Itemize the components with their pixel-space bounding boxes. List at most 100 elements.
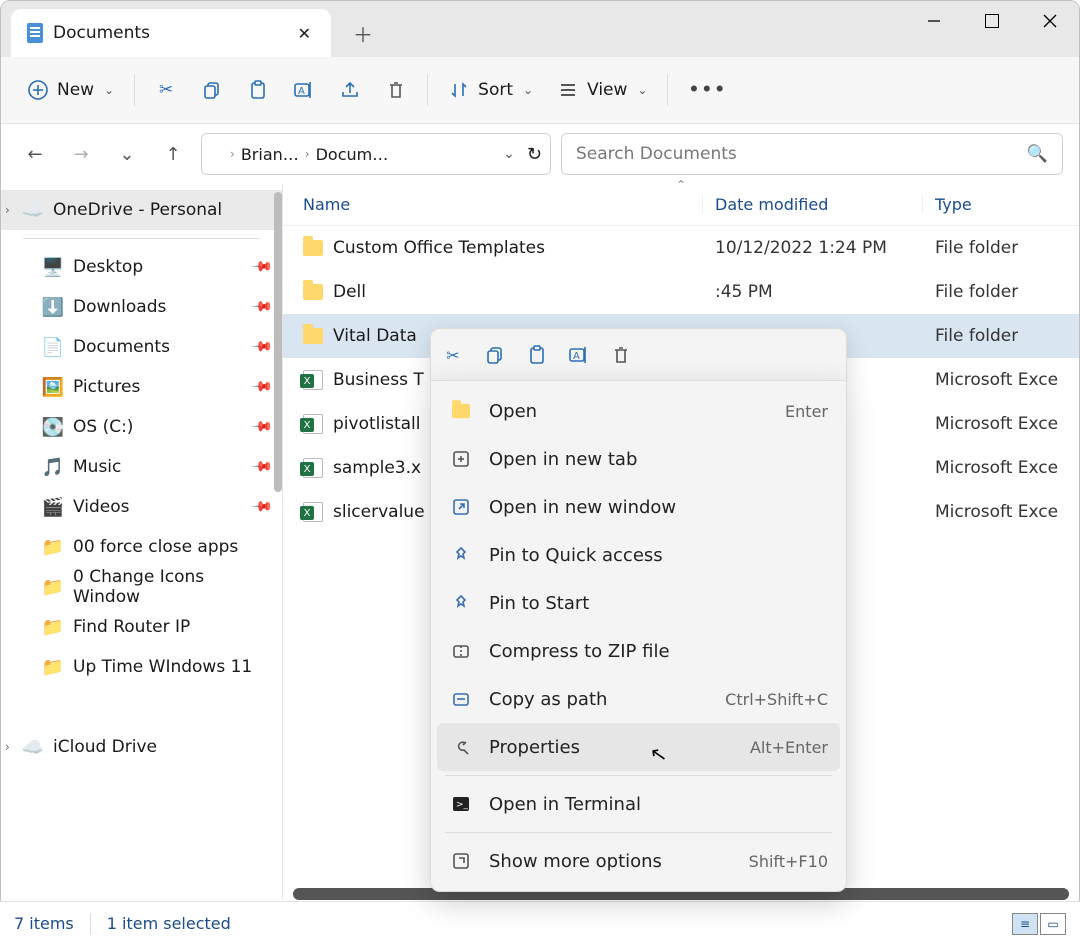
context-item[interactable]: >_ Open in Terminal [431, 780, 846, 828]
file-type: File folder [923, 282, 1018, 302]
context-item-label: Open in Terminal [489, 794, 812, 815]
nav-up-button[interactable]: ↑ [155, 136, 191, 172]
view-button[interactable]: View ⌄ [547, 71, 657, 109]
tab-documents[interactable]: Documents ✕ [11, 9, 331, 57]
address-bar[interactable]: › Brian… › Docum… ⌄ ↻ [201, 133, 551, 175]
sidebar-item[interactable]: 📁 0 Change Icons Window [1, 567, 282, 607]
new-label: New [57, 80, 94, 100]
minimize-button[interactable] [905, 1, 963, 41]
sidebar-item[interactable]: 💽 OS (C:) 📌 [1, 407, 282, 447]
sidebar-item-icloud[interactable]: › ☁️ iCloud Drive [1, 727, 282, 767]
view-mode-buttons: ≡ ▭ [1012, 913, 1066, 935]
delete-button[interactable] [375, 71, 417, 109]
paste-icon[interactable] [525, 343, 549, 367]
col-date[interactable]: Date modified [703, 195, 923, 214]
col-name[interactable]: Name [303, 195, 703, 214]
pin-icon [449, 545, 473, 565]
refresh-button[interactable]: ↻ [527, 144, 542, 165]
cut-icon[interactable]: ✂ [441, 343, 465, 367]
more-icon [449, 851, 473, 871]
sidebar-item[interactable]: 📁 Up Time WIndows 11 [1, 647, 282, 687]
search-icon[interactable]: 🔍 [1027, 144, 1048, 164]
context-item[interactable]: Open in new tab [431, 435, 846, 483]
file-name: Dell [333, 282, 366, 302]
chevron-down-icon: ⌄ [104, 83, 114, 97]
chevron-right-icon: › [305, 147, 310, 161]
nav-forward-button[interactable]: → [63, 136, 99, 172]
document-icon [210, 145, 224, 163]
context-item-shortcsame: Alt+Enter [750, 738, 828, 757]
context-item[interactable]: Open in new window [431, 483, 846, 531]
thumbnails-view-button[interactable]: ▭ [1040, 913, 1066, 935]
file-name: sample3.x [333, 458, 421, 478]
context-menu: Open Enter Open in new tab Open in new w… [430, 380, 847, 892]
close-tab-icon[interactable]: ✕ [292, 18, 317, 49]
folder-icon [303, 284, 323, 300]
details-view-button[interactable]: ≡ [1012, 913, 1038, 935]
collapse-caret-icon[interactable]: ⌃ [676, 178, 686, 192]
search-input[interactable]: Search Documents 🔍 [561, 133, 1063, 175]
chevron-down-icon: ⌄ [637, 83, 647, 97]
crumb-user[interactable]: Brian… [241, 145, 299, 164]
sidebar-item-onedrive[interactable]: › ☁️ OneDrive - Personal [1, 190, 282, 230]
sidebar-item[interactable]: 📁 00 force close apps [1, 527, 282, 567]
file-date: 10/12/2022 1:24 PM [703, 238, 923, 258]
context-item-shortcsame: Enter [785, 402, 828, 421]
plus-circle-icon [27, 79, 49, 101]
context-item[interactable]: Copy as path Ctrl+Shift+C [431, 675, 846, 723]
chevron-right-icon[interactable]: › [5, 203, 10, 217]
table-row[interactable]: Custom Office Templates 10/12/2022 1:24 … [283, 226, 1079, 270]
context-item[interactable]: Pin to Quick access [431, 531, 846, 579]
file-date: :45 PM [703, 282, 923, 302]
nav-back-button[interactable]: ← [17, 136, 53, 172]
sidebar-item[interactable]: ⬇️ Downloads 📌 [1, 287, 282, 327]
sidebar-item[interactable]: 📁 Find Router IP [1, 607, 282, 647]
cut-button[interactable]: ✂ [145, 71, 187, 109]
rename-button[interactable]: A [283, 71, 325, 109]
context-item[interactable]: Properties Alt+Enter [437, 723, 840, 771]
sidebar-item-label: Downloads [73, 297, 166, 317]
sidebar-item[interactable]: 📄 Documents 📌 [1, 327, 282, 367]
sort-button[interactable]: Sort ⌄ [438, 71, 543, 109]
table-row[interactable]: Dell :45 PM File folder [283, 270, 1079, 314]
sort-label: Sort [478, 80, 513, 100]
pin-icon: 📌 [249, 415, 273, 439]
context-item[interactable]: Pin to Start [431, 579, 846, 627]
chevron-right-icon[interactable]: › [5, 740, 10, 754]
paste-button[interactable] [237, 71, 279, 109]
chevron-down-icon[interactable]: ⌄ [503, 146, 515, 162]
sidebar-item-label: Pictures [73, 377, 140, 397]
maximize-button[interactable] [963, 1, 1021, 41]
sidebar-item[interactable]: 🖼️ Pictures 📌 [1, 367, 282, 407]
share-button[interactable] [329, 71, 371, 109]
context-item[interactable]: Open Enter [431, 387, 846, 435]
new-tab-button[interactable]: ＋ [343, 13, 383, 53]
col-type[interactable]: Type [923, 195, 972, 214]
crumb-folder[interactable]: Docum… [316, 145, 389, 164]
pin-icon: 📌 [249, 295, 273, 319]
context-item[interactable]: Show more options Shift+F10 [431, 837, 846, 885]
sidebar-item-label: OS (C:) [73, 417, 133, 437]
file-name: Business T [333, 370, 424, 390]
trash-icon[interactable] [609, 343, 633, 367]
context-mini-toolbar: ✂ A [430, 328, 847, 382]
scrollbar-thumb[interactable] [274, 192, 282, 492]
sidebar-item[interactable]: 🖥️ Desktop 📌 [1, 247, 282, 287]
new-button[interactable]: New ⌄ [17, 71, 124, 109]
context-item[interactable]: Compress to ZIP file [431, 627, 846, 675]
context-item-shortcsame: Shift+F10 [749, 852, 828, 871]
copy-icon[interactable] [483, 343, 507, 367]
sidebar-item-label: 00 force close apps [73, 537, 238, 557]
context-item-label: Properties [489, 737, 734, 758]
nav-recent-button[interactable]: ⌄ [109, 136, 145, 172]
sidebar-icon: 📁 [43, 657, 63, 677]
copy-button[interactable] [191, 71, 233, 109]
sidebar-item[interactable]: 🎬 Videos 📌 [1, 487, 282, 527]
sidebar: › ☁️ OneDrive - Personal 🖥️ Desktop 📌⬇️ … [1, 184, 283, 900]
sidebar-item[interactable]: 🎵 Music 📌 [1, 447, 282, 487]
copy-icon [201, 79, 223, 101]
close-window-button[interactable] [1021, 1, 1079, 41]
pin-icon: 📌 [249, 495, 273, 519]
more-button[interactable]: ••• [678, 72, 737, 108]
rename-icon[interactable]: A [567, 343, 591, 367]
